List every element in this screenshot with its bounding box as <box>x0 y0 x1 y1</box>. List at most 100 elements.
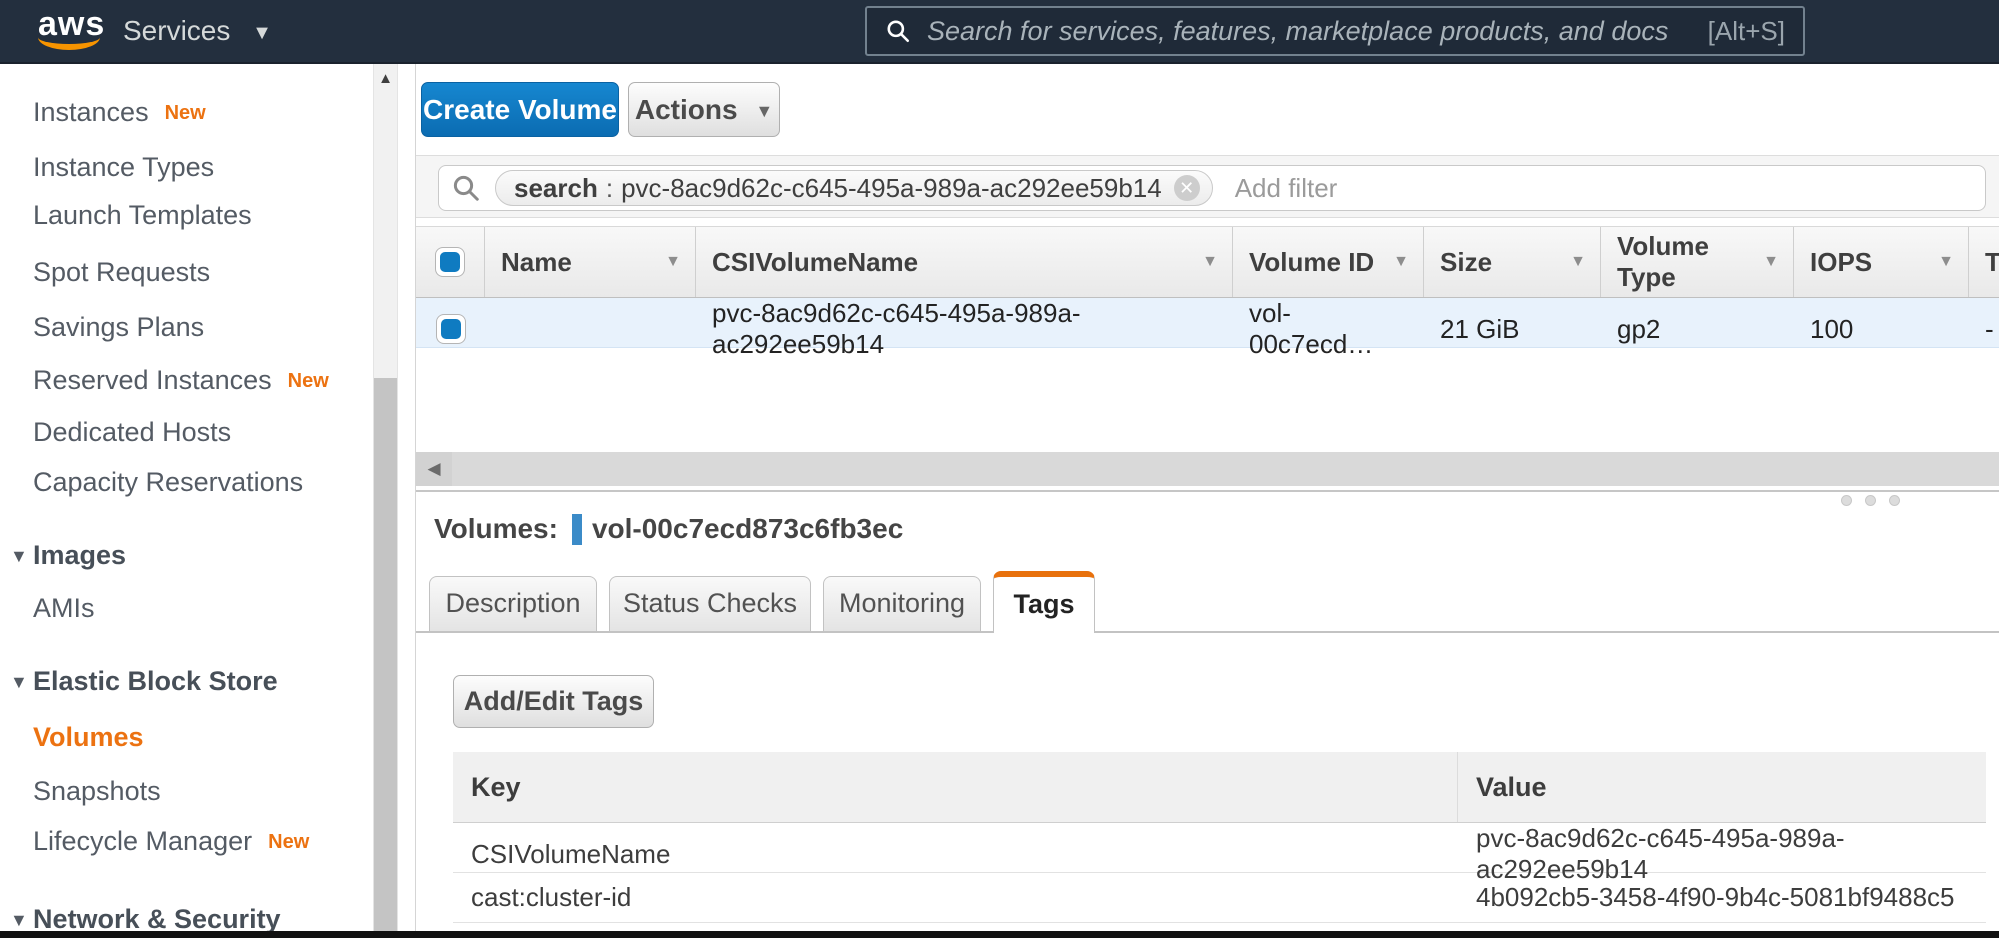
sidebar-item-label: Instances <box>33 97 149 127</box>
column-header-csivolumename[interactable]: CSIVolumeName ▼ <box>696 227 1233 297</box>
column-label: Volume ID <box>1249 247 1374 278</box>
close-icon[interactable]: ✕ <box>1174 175 1200 201</box>
tags-value-header: Value <box>1458 752 1986 822</box>
row-select-cell <box>416 298 485 360</box>
column-label: Volume Type <box>1617 231 1763 293</box>
cell-volume-type: gp2 <box>1601 298 1794 360</box>
sidebar-item-label: Volumes <box>33 722 144 752</box>
sidebar-item-amis[interactable]: AMIs <box>33 581 95 635</box>
tab-monitoring[interactable]: Monitoring <box>823 576 981 631</box>
sidebar-item-dedicated-hosts[interactable]: Dedicated Hosts <box>33 405 231 459</box>
column-label: T <box>1985 247 1999 278</box>
select-all-cell <box>416 227 485 297</box>
tag-key: cast:cluster-id <box>453 873 1458 922</box>
tab-tags[interactable]: Tags <box>993 571 1095 633</box>
selected-volume-id: vol-00c7ecd873c6fb3ec <box>592 506 903 552</box>
column-label: Size <box>1440 247 1492 278</box>
sidebar-item-lifecycle-manager[interactable]: Lifecycle ManagerNew <box>33 814 309 868</box>
volumes-table-header: Name ▼ CSIVolumeName ▼ Volume ID ▼ Size ▼ Vo… <box>416 226 1999 298</box>
tag-row: CSIVolumeName pvc-8ac9d62c-c645-495a-989… <box>453 823 1986 873</box>
sidebar-item-spot-requests[interactable]: Spot Requests <box>33 245 210 299</box>
sidebar-section-images[interactable]: ▼Images <box>10 528 126 582</box>
sidebar-item-label: Savings Plans <box>33 312 204 342</box>
sidebar-item-capacity-reservations[interactable]: Capacity Reservations <box>33 455 303 509</box>
new-badge: New <box>288 370 329 392</box>
tab-underline <box>416 631 1999 633</box>
filter-tag-name: search <box>514 171 598 205</box>
sidebar-item-label: AMIs <box>33 593 95 623</box>
checkbox-checked-fill <box>440 252 460 272</box>
sidebar-scrollbar[interactable]: ▲ <box>373 64 398 931</box>
add-edit-tags-button[interactable]: Add/Edit Tags <box>453 675 654 728</box>
ec2-console-screen: aws Services ▼ Search for services, feat… <box>0 0 1999 938</box>
row-checkbox[interactable] <box>436 314 466 344</box>
filter-tag-separator: : <box>606 171 613 205</box>
aws-logo[interactable]: aws <box>38 8 118 50</box>
services-menu[interactable]: Services ▼ <box>123 0 272 62</box>
tags-key-header: Key <box>453 752 1458 822</box>
sidebar-item-label: Spot Requests <box>33 257 210 287</box>
sidebar-section-elastic-block-store[interactable]: ▼Elastic Block Store <box>10 654 278 708</box>
tab-status-checks[interactable]: Status Checks <box>609 576 811 631</box>
sidebar-item-instances[interactable]: InstancesNew <box>33 85 206 139</box>
cell-volume-id: vol-00c7ecd… <box>1233 298 1424 360</box>
sort-caret-icon[interactable]: ▼ <box>1393 253 1409 271</box>
selection-bar <box>572 514 582 545</box>
global-search-input[interactable]: Search for services, features, marketpla… <box>865 6 1805 56</box>
search-shortcut-hint: [Alt+S] <box>1708 16 1785 47</box>
sidebar-item-label: Launch Templates <box>33 200 252 230</box>
sidebar-section-label: Network & Security <box>33 904 281 934</box>
sort-caret-icon[interactable]: ▼ <box>1763 253 1779 271</box>
sort-caret-icon[interactable]: ▼ <box>1570 253 1586 271</box>
column-header-volume-type[interactable]: Volume Type▼ <box>1601 227 1794 297</box>
heading-label: Volumes: <box>434 506 558 552</box>
sidebar-item-launch-templates[interactable]: Launch Templates <box>33 188 252 242</box>
column-header-volume-id[interactable]: Volume ID ▼ <box>1233 227 1424 297</box>
cell-name <box>485 298 696 360</box>
tags-table-header: Key Value <box>453 752 1986 823</box>
sidebar-item-volumes[interactable]: Volumes <box>33 710 144 764</box>
sidebar-section-label: Elastic Block Store <box>33 666 278 696</box>
chevron-down-icon: ▼ <box>252 2 272 64</box>
checkbox-checked-fill <box>441 319 461 339</box>
search-icon <box>451 173 481 203</box>
filter-tag[interactable]: search : pvc-8ac9d62c-c645-495a-989a-ac2… <box>495 170 1213 206</box>
column-label: Name <box>501 247 572 278</box>
sort-caret-icon[interactable]: ▼ <box>665 253 681 271</box>
cell-iops: 100 <box>1794 298 1969 360</box>
column-header-throughput[interactable]: T <box>1969 227 1999 297</box>
tag-value: 4b092cb5-3458-4f90-9b4c-5081bf9488c5 <box>1458 873 1986 922</box>
sidebar-item-label: Capacity Reservations <box>33 467 303 497</box>
create-volume-button[interactable]: Create Volume <box>421 82 619 137</box>
sort-caret-icon[interactable]: ▼ <box>1938 253 1954 271</box>
scroll-up-arrow-icon[interactable]: ▲ <box>374 64 397 94</box>
sidebar-item-label: Lifecycle Manager <box>33 826 252 856</box>
actions-button[interactable]: Actions ▼ <box>628 82 780 137</box>
sidebar-item-label: Snapshots <box>33 776 161 806</box>
sidebar-item-label: Dedicated Hosts <box>33 417 231 447</box>
sidebar-item-snapshots[interactable]: Snapshots <box>33 764 161 818</box>
sidebar-item-savings-plans[interactable]: Savings Plans <box>33 300 204 354</box>
search-placeholder: Search for services, features, marketpla… <box>927 16 1708 47</box>
column-header-iops[interactable]: IOPS▼ <box>1794 227 1969 297</box>
column-label: CSIVolumeName <box>712 247 918 278</box>
select-all-checkbox[interactable] <box>435 247 465 277</box>
sort-caret-icon[interactable]: ▼ <box>1202 253 1218 271</box>
column-header-name[interactable]: Name ▼ <box>485 227 696 297</box>
filter-search-input[interactable]: search : pvc-8ac9d62c-c645-495a-989a-ac2… <box>438 165 1986 211</box>
splitter-drag-handle[interactable] <box>1841 495 1911 507</box>
filter-bar: search : pvc-8ac9d62c-c645-495a-989a-ac2… <box>416 155 1999 218</box>
panel-splitter[interactable] <box>416 490 1999 492</box>
tab-description[interactable]: Description <box>429 576 597 631</box>
sidebar-item-reserved-instances[interactable]: Reserved InstancesNew <box>33 353 329 407</box>
sidebar-item-instance-types[interactable]: Instance Types <box>33 140 214 194</box>
scroll-left-arrow-icon[interactable]: ◀ <box>416 452 452 486</box>
cell-size: 21 GiB <box>1424 298 1601 360</box>
column-header-size[interactable]: Size ▼ <box>1424 227 1601 297</box>
actions-label: Actions <box>635 94 738 125</box>
sidebar-scrollbar-thumb[interactable] <box>374 378 397 931</box>
main-content: Create Volume Actions ▼ search : pvc-8ac… <box>415 64 1999 931</box>
volume-table-row[interactable]: pvc-8ac9d62c-c645-495a-989a-ac292ee59b14… <box>416 298 1999 348</box>
horizontal-scrollbar[interactable]: ◀ <box>416 452 1999 486</box>
cell-throughput: - <box>1969 298 1999 360</box>
